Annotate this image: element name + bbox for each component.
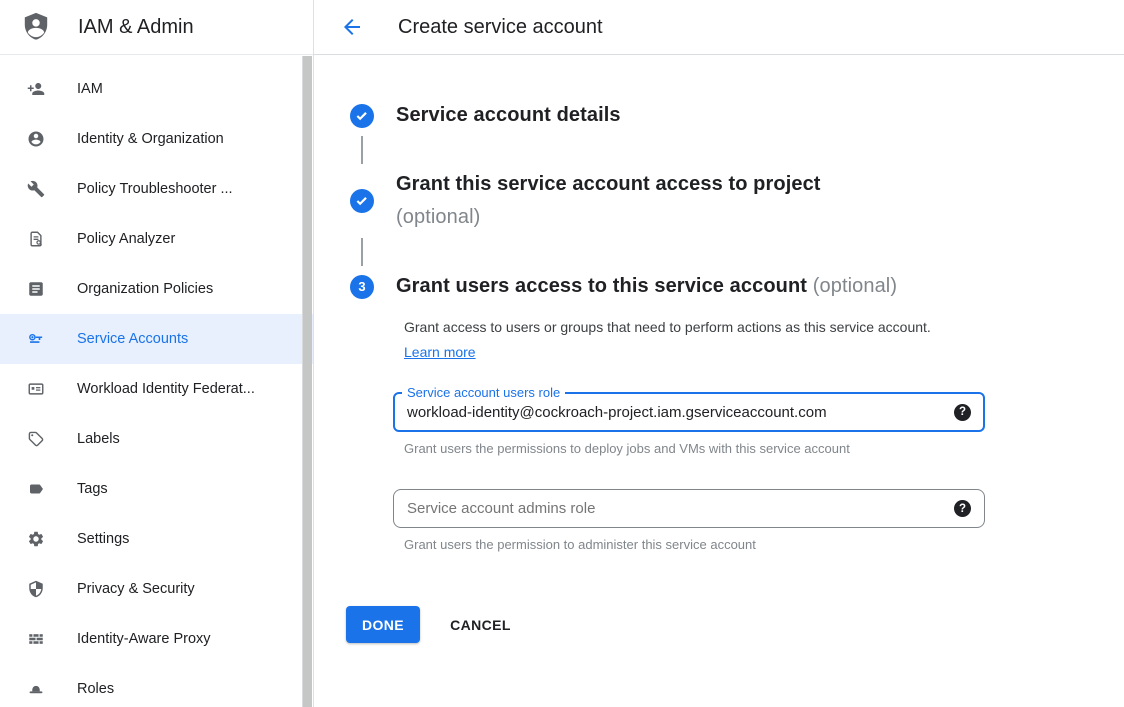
- sidebar-item-label: Organization Policies: [77, 281, 213, 297]
- sidebar-item-label: Workload Identity Federat...: [77, 381, 255, 397]
- service-account-admins-role-field: ?: [393, 489, 985, 528]
- sidebar-item-label: Settings: [77, 531, 129, 547]
- step-number: 3: [350, 275, 374, 299]
- arrow-left-icon: [340, 15, 364, 39]
- sidebar-item-label: Labels: [77, 431, 120, 447]
- stepper-content: Service account details Grant this servi…: [314, 55, 1124, 643]
- check-circle-icon: [350, 189, 374, 213]
- step-number-icon: 3: [350, 275, 374, 299]
- tag-arrow-icon: [27, 480, 45, 498]
- help-icon[interactable]: ?: [954, 500, 971, 517]
- cancel-button[interactable]: CANCEL: [450, 617, 511, 633]
- done-button[interactable]: DONE: [346, 606, 420, 643]
- step-3-body: Grant access to users or groups that nee…: [404, 315, 1124, 365]
- document-search-icon: [27, 230, 45, 248]
- step-3-description: Grant access to users or groups that nee…: [404, 315, 957, 365]
- app-window: IAM & Admin IAM Identity & Organization: [0, 0, 1124, 707]
- main-panel: Create service account Service account d…: [314, 0, 1124, 707]
- badge-card-icon: [27, 380, 45, 398]
- wrench-icon: [27, 180, 45, 198]
- account-circle-icon: [27, 130, 45, 148]
- step-optional-suffix: (optional): [813, 275, 897, 297]
- form-actions: DONE CANCEL: [346, 606, 1124, 643]
- sidebar-item-label: Service Accounts: [77, 331, 188, 347]
- sidebar-item-labels[interactable]: Labels: [0, 414, 313, 464]
- page-topbar: Create service account: [314, 0, 1124, 55]
- step-optional-suffix: (optional): [396, 206, 480, 228]
- admins-role-helper-text: Grant users the permission to administer…: [404, 537, 985, 552]
- description-text: Grant access to users or groups that nee…: [404, 319, 931, 335]
- sidebar-item-settings[interactable]: Settings: [0, 514, 313, 564]
- gear-icon: [27, 530, 45, 548]
- shield-half-icon: [27, 580, 45, 598]
- sidebar-scrollbar[interactable]: [302, 56, 312, 707]
- step-2-grant-access-to-project[interactable]: Grant this service account access to pro…: [350, 168, 1124, 234]
- step-title: Grant users access to this service accou…: [396, 270, 897, 303]
- help-icon[interactable]: ?: [954, 404, 971, 421]
- sidebar-item-workload-identity-federation[interactable]: Workload Identity Federat...: [0, 364, 313, 414]
- sidebar: IAM & Admin IAM Identity & Organization: [0, 0, 314, 707]
- sidebar-header: IAM & Admin: [0, 0, 313, 55]
- field-floating-label: Service account users role: [402, 385, 565, 400]
- service-account-users-role-field: Service account users role ?: [393, 392, 985, 432]
- firewall-icon: [27, 630, 45, 648]
- role-fields: Service account users role ? Grant users…: [393, 392, 985, 552]
- sidebar-item-label: Tags: [77, 481, 108, 497]
- sidebar-item-policy-analyzer[interactable]: Policy Analyzer: [0, 214, 313, 264]
- sidebar-item-label: Roles: [77, 681, 114, 697]
- learn-more-link[interactable]: Learn more: [404, 344, 476, 360]
- step-title-text: Grant users access to this service accou…: [396, 275, 807, 297]
- product-title: IAM & Admin: [78, 16, 194, 39]
- sidebar-item-tags[interactable]: Tags: [0, 464, 313, 514]
- service-account-icon: [27, 330, 45, 348]
- sidebar-item-policy-troubleshooter[interactable]: Policy Troubleshooter ...: [0, 164, 313, 214]
- label-tag-icon: [27, 430, 45, 448]
- check-circle-icon: [350, 104, 374, 128]
- sidebar-item-label: Identity & Organization: [77, 131, 224, 147]
- sidebar-item-identity-organization[interactable]: Identity & Organization: [0, 114, 313, 164]
- sidebar-nav: IAM Identity & Organization Policy Troub…: [0, 55, 313, 707]
- step-title-text: Grant this service account access to pro…: [396, 173, 821, 195]
- step-title: Service account details: [396, 99, 621, 132]
- sidebar-item-label: IAM: [77, 81, 103, 97]
- page-title: Create service account: [398, 16, 603, 39]
- sidebar-item-label: Privacy & Security: [77, 581, 195, 597]
- back-button[interactable]: [340, 15, 364, 39]
- sidebar-item-roles[interactable]: Roles: [0, 664, 313, 707]
- step-connector: [361, 136, 363, 164]
- sidebar-item-label: Identity-Aware Proxy: [77, 631, 211, 647]
- sidebar-item-iam[interactable]: IAM: [0, 64, 313, 114]
- sidebar-item-label: Policy Troubleshooter ...: [77, 181, 233, 197]
- sidebar-item-organization-policies[interactable]: Organization Policies: [0, 264, 313, 314]
- article-icon: [27, 280, 45, 298]
- sidebar-item-identity-aware-proxy[interactable]: Identity-Aware Proxy: [0, 614, 313, 664]
- sidebar-item-service-accounts[interactable]: Service Accounts: [0, 314, 313, 364]
- bowler-hat-icon: [27, 680, 45, 698]
- users-role-helper-text: Grant users the permissions to deploy jo…: [404, 441, 985, 456]
- step-3-grant-users-access: 3 Grant users access to this service acc…: [350, 270, 1124, 303]
- iam-shield-logo-icon: [20, 11, 52, 43]
- sidebar-item-privacy-security[interactable]: Privacy & Security: [0, 564, 313, 614]
- users-role-input[interactable]: [407, 404, 944, 421]
- step-title: Grant this service account access to pro…: [396, 168, 821, 234]
- sidebar-item-label: Policy Analyzer: [77, 231, 175, 247]
- person-add-icon: [27, 80, 45, 98]
- admins-role-input[interactable]: [407, 500, 944, 517]
- step-1-service-account-details[interactable]: Service account details: [350, 99, 1124, 132]
- step-connector: [361, 238, 363, 266]
